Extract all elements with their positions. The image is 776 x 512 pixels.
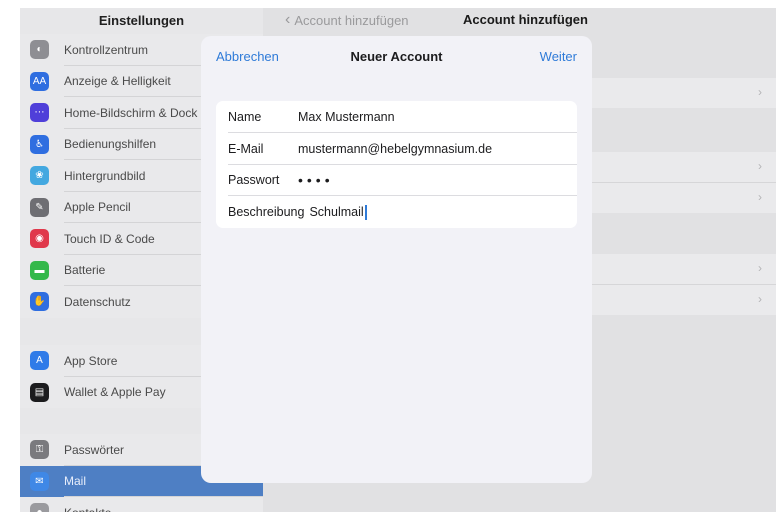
screen: Einstellungen ◐ Kontrollzentrum AA Anzeige … — [0, 0, 776, 512]
wallet-icon: ▤ — [30, 382, 49, 402]
home-screen-icon: ⋯ — [30, 103, 49, 123]
sidebar-item-label: Home-Bildschirm & Dock — [64, 105, 198, 120]
description-field[interactable]: Schulmail — [309, 204, 367, 220]
apple-pencil-icon: ✎ — [30, 197, 49, 217]
sidebar-item-label: Datenschutz — [64, 294, 131, 309]
sidebar-item-label: Apple Pencil — [64, 200, 131, 215]
sidebar-item-label: Batterie — [64, 263, 106, 278]
fingerprint-icon: ◉ — [30, 229, 49, 249]
chevron-right-icon: › — [758, 159, 762, 173]
name-field[interactable]: Max Mustermann — [298, 110, 395, 124]
text-cursor — [364, 204, 367, 220]
sidebar-item-label: Hintergrundbild — [64, 168, 146, 183]
name-label: Name — [228, 109, 262, 124]
name-row: Name Max Mustermann — [216, 101, 577, 133]
sidebar-title: Einstellungen — [98, 13, 185, 28]
mail-icon: ✉ — [30, 471, 49, 491]
sidebar-item-label: App Store — [64, 353, 118, 368]
chevron-right-icon: › — [758, 292, 762, 306]
sidebar-item-label: Kontakte — [64, 506, 111, 512]
wallpaper-icon: ❀ — [30, 166, 49, 186]
chevron-left-icon: ‹ — [285, 11, 291, 28]
sidebar-item[interactable]: ● Kontakte — [20, 497, 263, 512]
chevron-right-icon: › — [758, 261, 762, 275]
control-center-icon: ◐ — [30, 40, 49, 60]
privacy-hand-icon: ✋ — [30, 292, 49, 312]
sidebar-item-label: Passwörter — [64, 442, 125, 457]
sidebar-item-label: Bedienungshilfen — [64, 137, 157, 152]
email-field[interactable]: mustermann@hebelgymnasium.de — [298, 142, 492, 156]
description-row: Beschreibung Schulmail — [216, 196, 577, 228]
app-store-icon: A — [30, 351, 49, 371]
sidebar-item-label: Wallet & Apple Pay — [64, 385, 166, 400]
key-icon: ⚿ — [30, 440, 49, 460]
sidebar-item-label: Kontrollzentrum — [64, 42, 149, 57]
sidebar-item-label: Anzeige & Helligkeit — [64, 74, 171, 89]
contacts-icon: ● — [30, 503, 49, 512]
sidebar-item-label: Touch ID & Code — [64, 231, 155, 246]
description-value: Schulmail — [309, 204, 364, 219]
password-field[interactable]: •••• — [298, 173, 334, 187]
email-label: E-Mail — [228, 141, 264, 156]
new-account-sheet: Neuer Account Abbrechen Weiter Name Max … — [201, 36, 592, 483]
chevron-right-icon: › — [758, 85, 762, 99]
password-label: Passwort — [228, 173, 280, 188]
back-button[interactable]: ‹ Account hinzufügen — [285, 12, 409, 28]
password-row: Passwort •••• — [216, 165, 577, 197]
description-label: Beschreibung — [228, 205, 305, 220]
sidebar-item-label: Mail — [64, 474, 87, 489]
page-title: Account hinzufügen — [463, 12, 588, 27]
accessibility-icon: ♿ — [30, 134, 49, 154]
cancel-button[interactable]: Abbrechen — [216, 49, 279, 64]
next-button[interactable]: Weiter — [540, 49, 577, 64]
chevron-right-icon: › — [758, 190, 762, 204]
email-row: E-Mail mustermann@hebelgymnasium.de — [216, 133, 577, 165]
battery-icon: ▬ — [30, 260, 49, 280]
account-form: Name Max Mustermann E-Mail mustermann@he… — [216, 101, 577, 228]
back-button-label: Account hinzufügen — [294, 12, 409, 28]
display-brightness-icon: AA — [30, 71, 49, 91]
